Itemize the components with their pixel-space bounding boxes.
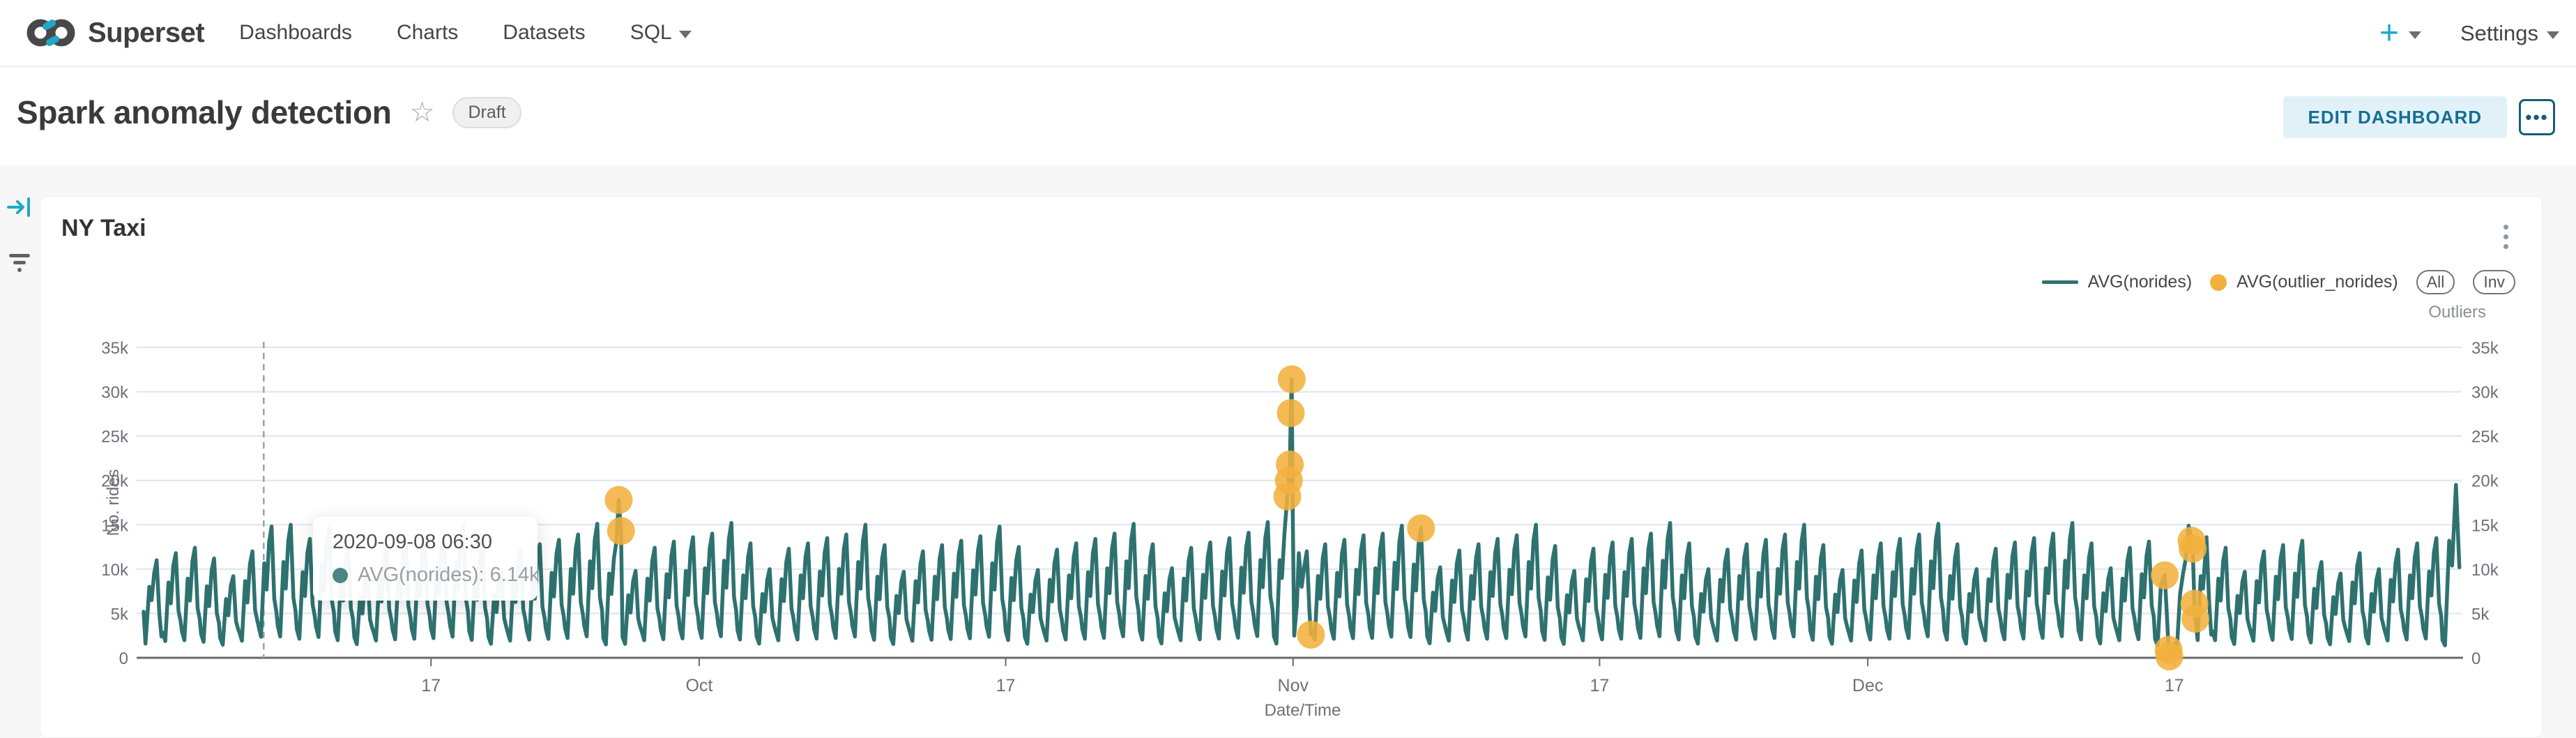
brand-text: Superset xyxy=(88,17,204,49)
line-swatch-icon xyxy=(2042,280,2078,284)
svg-text:0: 0 xyxy=(119,649,128,668)
ny-taxi-timeseries-chart[interactable]: 005k5k10k10k15k15k20k20k25k25k30k30k35k3… xyxy=(40,294,2543,738)
status-badge: Draft xyxy=(452,97,521,128)
svg-text:Oct: Oct xyxy=(685,676,712,695)
svg-text:15k: 15k xyxy=(2471,516,2499,535)
chart-kebab-menu-icon[interactable] xyxy=(2503,225,2508,249)
nav-item-sql[interactable]: SQL xyxy=(630,21,692,45)
x-axis: 17 Oct 17 Nov 17 Dec 17 xyxy=(137,658,2463,695)
page-title: Spark anomaly detection xyxy=(17,93,392,131)
series-dot-icon xyxy=(333,568,348,583)
chevron-down-icon xyxy=(2547,31,2559,39)
svg-text:17: 17 xyxy=(1590,676,1610,695)
chart-title: NY Taxi xyxy=(61,215,146,242)
svg-text:Nov: Nov xyxy=(1278,676,1309,695)
chart-card-ny-taxi: NY Taxi AVG(norides) AVG(outlier_norides… xyxy=(40,196,2543,738)
svg-text:No. rides: No. rides xyxy=(104,469,123,536)
svg-text:Dec: Dec xyxy=(1852,676,1883,695)
favorite-star-icon[interactable]: ☆ xyxy=(410,98,435,126)
svg-text:Date/Time: Date/Time xyxy=(1265,701,1341,720)
legend-invert-button[interactable]: Inv xyxy=(2473,270,2515,294)
tooltip-date: 2020-09-08 06:30 xyxy=(333,531,518,554)
svg-text:30k: 30k xyxy=(2471,384,2499,402)
superset-app: Superset Dashboards Charts Datasets SQL … xyxy=(0,0,2576,738)
legend-item-norides[interactable]: AVG(norides) xyxy=(2042,272,2193,292)
svg-text:17: 17 xyxy=(2165,676,2184,695)
chevron-down-icon xyxy=(679,31,692,38)
nav-item-charts[interactable]: Charts xyxy=(397,21,458,45)
filter-icon[interactable] xyxy=(6,248,33,280)
legend-select-all-button[interactable]: All xyxy=(2416,270,2455,294)
nav-item-dashboards[interactable]: Dashboards xyxy=(239,21,352,45)
nav-right: + Settings xyxy=(2379,0,2559,67)
svg-text:17: 17 xyxy=(421,676,441,695)
dashboard-header: Spark anomaly detection ☆ Draft EDIT DAS… xyxy=(0,68,2576,165)
dashboard-body: NY Taxi AVG(norides) AVG(outlier_norides… xyxy=(0,165,2576,738)
superset-brand[interactable]: Superset xyxy=(24,17,204,49)
svg-text:25k: 25k xyxy=(2471,428,2499,446)
tooltip-value: AVG(norides): 6.14k xyxy=(358,564,540,587)
edit-dashboard-button[interactable]: EDIT DASHBOARD xyxy=(2283,96,2507,138)
svg-text:10k: 10k xyxy=(2471,561,2499,580)
chart-tooltip: 2020-09-08 06:30 AVG(norides): 6.14k xyxy=(313,517,538,601)
more-actions-button[interactable]: ••• xyxy=(2519,99,2555,135)
nav-item-datasets[interactable]: Datasets xyxy=(503,21,585,45)
svg-text:35k: 35k xyxy=(101,339,129,358)
top-navbar: Superset Dashboards Charts Datasets SQL … xyxy=(0,0,2576,67)
superset-logo-icon xyxy=(24,17,78,49)
circle-swatch-icon xyxy=(2210,274,2227,291)
nav-menu: Dashboards Charts Datasets SQL xyxy=(239,21,692,45)
chart-legend: AVG(norides) AVG(outlier_norides) All In… xyxy=(2042,270,2515,294)
plus-icon: + xyxy=(2379,20,2399,47)
svg-text:0: 0 xyxy=(2471,649,2480,668)
new-item-button[interactable]: + xyxy=(2379,20,2421,47)
svg-text:10k: 10k xyxy=(101,561,129,580)
legend-item-outlier-norides[interactable]: AVG(outlier_norides) xyxy=(2210,272,2398,292)
svg-text:35k: 35k xyxy=(2471,339,2499,358)
expand-filter-bar-icon[interactable] xyxy=(6,193,33,225)
svg-text:5k: 5k xyxy=(111,605,129,624)
chevron-down-icon xyxy=(2409,31,2421,39)
svg-text:17: 17 xyxy=(996,676,1016,695)
svg-text:30k: 30k xyxy=(101,384,129,402)
settings-menu[interactable]: Settings xyxy=(2460,21,2559,46)
svg-text:5k: 5k xyxy=(2471,605,2490,624)
svg-text:20k: 20k xyxy=(2471,472,2499,491)
svg-text:25k: 25k xyxy=(101,428,129,446)
